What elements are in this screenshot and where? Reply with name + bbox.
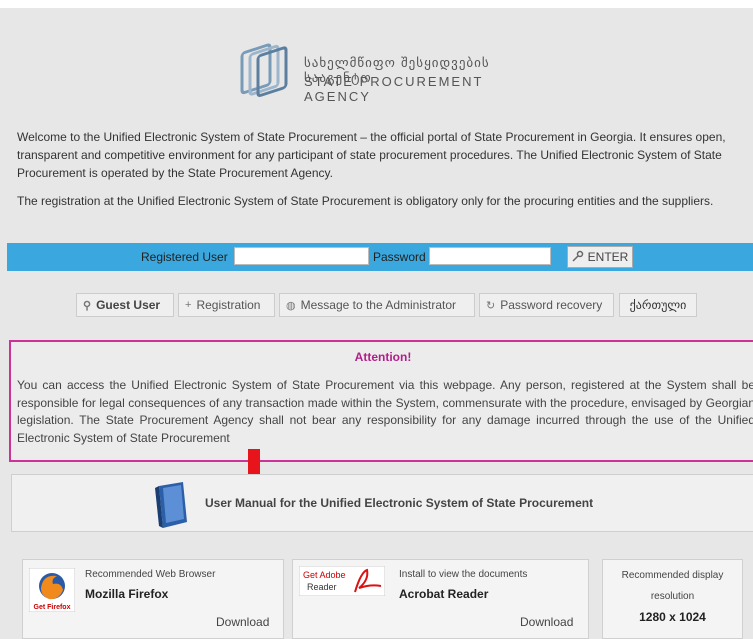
get-adobe-text: Get Adobe bbox=[303, 570, 346, 580]
attention-box: Attention! You can access the Unified El… bbox=[9, 340, 753, 462]
enter-label: ENTER bbox=[587, 250, 629, 264]
acrobat-name: Acrobat Reader bbox=[399, 587, 489, 601]
resolution-value: 1280 x 1024 bbox=[639, 610, 706, 624]
acrobat-caption: Install to view the documents bbox=[399, 569, 528, 580]
resolution-caption-1: Recommended display bbox=[621, 570, 724, 581]
reader-text: Reader bbox=[307, 582, 337, 592]
recovery-icon: ↻ bbox=[486, 299, 496, 312]
username-input[interactable] bbox=[234, 247, 369, 265]
message-admin-button[interactable]: ◍ Message to the Administrator bbox=[279, 293, 475, 317]
intro-paragraph-2: The registration at the Unified Electron… bbox=[17, 194, 714, 208]
book-icon bbox=[155, 482, 187, 528]
message-icon: ◍ bbox=[286, 299, 296, 312]
password-input[interactable] bbox=[429, 247, 551, 265]
language-switch-button[interactable]: ქართული bbox=[619, 293, 697, 317]
user-icon: ⚲ bbox=[83, 299, 92, 312]
agency-logo: სახელმწიფო შესყიდვების სააგენტო STATE PR… bbox=[234, 40, 554, 110]
password-recovery-label: Password recovery bbox=[500, 298, 603, 312]
enter-button[interactable]: ENTER bbox=[567, 246, 633, 268]
user-manual-link[interactable]: User Manual for the Unified Electronic S… bbox=[205, 496, 593, 510]
message-admin-label: Message to the Administrator bbox=[300, 298, 457, 312]
guest-user-button[interactable]: ⚲ Guest User bbox=[76, 293, 174, 317]
acrobat-card: Get Adobe Reader Install to view the doc… bbox=[292, 559, 589, 639]
resolution-card: Recommended display resolution 1280 x 10… bbox=[602, 559, 743, 639]
resolution-caption-2: resolution bbox=[650, 591, 695, 602]
adobe-reader-logo-icon: Get Adobe Reader bbox=[299, 566, 385, 596]
firefox-logo-icon: Get Firefox bbox=[29, 568, 75, 612]
user-manual-banner[interactable]: User Manual for the Unified Electronic S… bbox=[11, 474, 753, 532]
registration-label: Registration bbox=[196, 298, 261, 312]
firefox-download-link[interactable]: Download bbox=[216, 615, 269, 629]
intro-paragraph-1: Welcome to the Unified Electronic System… bbox=[17, 130, 726, 180]
get-firefox-text: Get Firefox bbox=[34, 604, 71, 611]
key-icon bbox=[572, 250, 584, 265]
attention-text: You can access the Unified Electronic Sy… bbox=[17, 378, 753, 445]
guest-user-label: Guest User bbox=[96, 298, 161, 312]
top-border bbox=[0, 0, 753, 8]
firefox-card: Get Firefox Recommended Web Browser Mozi… bbox=[22, 559, 284, 639]
language-label: ქართული bbox=[629, 298, 687, 312]
acrobat-download-link[interactable]: Download bbox=[520, 615, 573, 629]
attention-title: Attention! bbox=[354, 350, 412, 364]
registered-user-label: Registered User bbox=[141, 250, 228, 264]
password-label: Password bbox=[373, 250, 426, 264]
agency-name-english: STATE PROCUREMENT AGENCY bbox=[304, 74, 484, 104]
password-recovery-button[interactable]: ↻ Password recovery bbox=[479, 293, 614, 317]
firefox-name: Mozilla Firefox bbox=[85, 587, 169, 601]
firefox-caption: Recommended Web Browser bbox=[85, 569, 216, 580]
plus-icon: + bbox=[185, 299, 192, 311]
registration-button[interactable]: + Registration bbox=[178, 293, 275, 317]
intro-text: Welcome to the Unified Electronic System… bbox=[17, 128, 753, 220]
login-bar: Registered User Password ENTER bbox=[7, 243, 753, 271]
agency-emblem-icon bbox=[240, 43, 288, 97]
